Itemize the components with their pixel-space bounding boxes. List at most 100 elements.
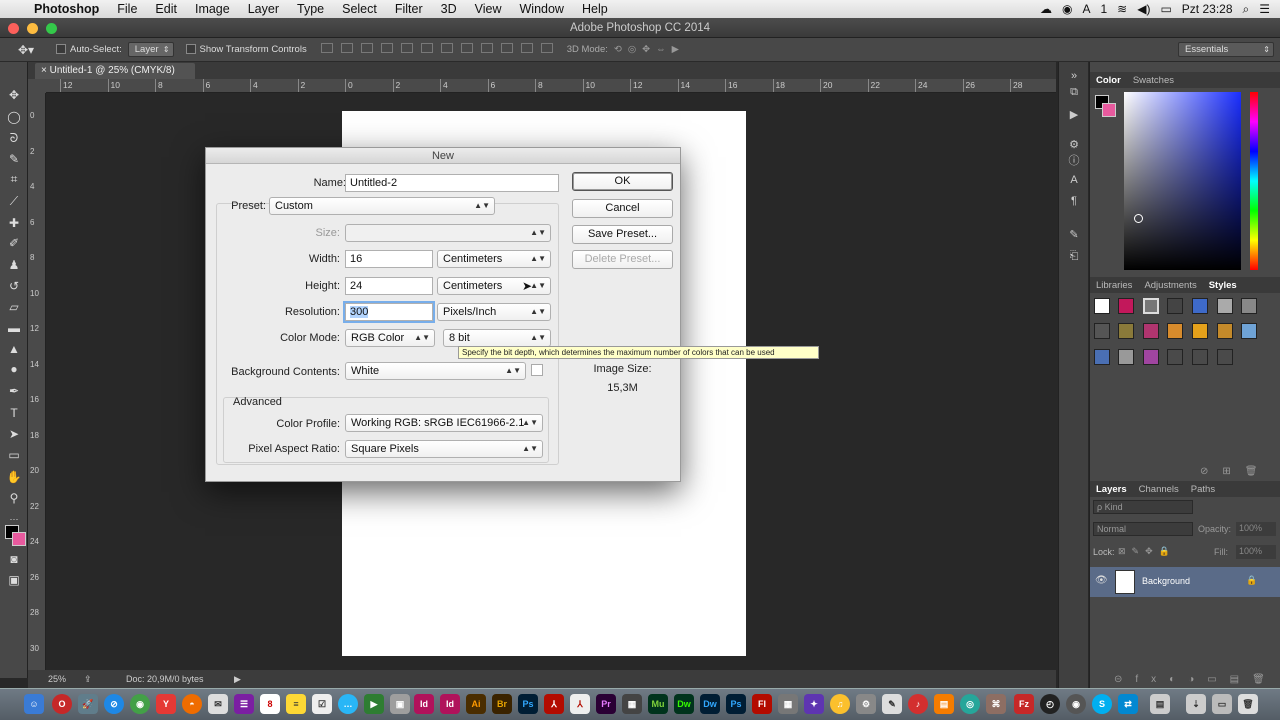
wifi-icon[interactable]: ≋ xyxy=(1117,2,1127,16)
desktop-stack-icon[interactable]: ▭ xyxy=(1212,694,1232,714)
battery-icon[interactable]: ▭ xyxy=(1160,2,1171,16)
style-swatch[interactable] xyxy=(1167,298,1183,314)
search-icon[interactable]: ⌕ xyxy=(1243,2,1250,17)
menu-view[interactable]: View xyxy=(466,0,511,18)
move-tool-preset-icon[interactable]: ✥▾ xyxy=(0,43,50,57)
dreamweaver-alt-app-icon[interactable]: Dw xyxy=(700,694,720,714)
brush-tool-icon[interactable]: ✐ xyxy=(5,234,23,252)
style-swatch[interactable] xyxy=(1241,323,1257,339)
documents-stack-icon[interactable]: ▤ xyxy=(1150,694,1170,714)
align-top-icon[interactable] xyxy=(320,43,333,53)
character-panel-icon[interactable]: A xyxy=(1067,174,1081,188)
height-unit-dropdown[interactable]: Centimeters ▲▼ xyxy=(437,277,551,295)
path-select-tool-icon[interactable]: ➤ xyxy=(5,425,23,443)
reminders-app-icon[interactable]: ☑ xyxy=(312,694,332,714)
resolution-field[interactable]: 300 xyxy=(345,303,433,321)
width-field[interactable]: 16 xyxy=(345,250,433,268)
align-hcenter-icon[interactable] xyxy=(400,43,413,53)
quick-select-tool-icon[interactable]: ✎ xyxy=(5,150,23,168)
disk-utility-app-icon[interactable]: ◉ xyxy=(1066,694,1086,714)
tab-color[interactable]: Color xyxy=(1090,75,1127,86)
style-swatch[interactable] xyxy=(1143,323,1159,339)
dreamweaver-app-icon[interactable]: Dw xyxy=(674,694,694,714)
color-picker-cursor[interactable] xyxy=(1134,214,1143,223)
calendar-app-icon[interactable]: 8 xyxy=(260,694,280,714)
yandex-app-icon[interactable]: Y xyxy=(156,694,176,714)
type-tool-icon[interactable]: T xyxy=(5,404,23,422)
app-store-app-icon[interactable]: ✦ xyxy=(804,694,824,714)
style-swatch[interactable] xyxy=(1217,323,1233,339)
menu-image[interactable]: Image xyxy=(186,0,239,18)
crop-tool-icon[interactable]: ⌗ xyxy=(5,170,23,188)
tab-layers[interactable]: Layers xyxy=(1090,484,1133,495)
messages-app-icon[interactable]: … xyxy=(338,694,358,714)
menu-filter[interactable]: Filter xyxy=(386,0,432,18)
style-swatch[interactable] xyxy=(1094,323,1110,339)
distribute-left-icon[interactable] xyxy=(500,43,513,53)
quick-mask-icon[interactable]: ◙ xyxy=(5,550,23,568)
3d-mode-icons[interactable]: ⟲◎✥⇔▶ xyxy=(614,44,685,55)
paragraph-panel-icon[interactable]: ¶ xyxy=(1067,195,1081,209)
move-tool-icon[interactable]: ✥ xyxy=(5,86,23,104)
status-menu-arrow-icon[interactable]: ▶ xyxy=(234,670,241,688)
skype-app-icon[interactable]: S xyxy=(1092,694,1112,714)
properties-panel-icon[interactable]: ⚙ xyxy=(1067,138,1081,152)
list-icon[interactable]: ☰ xyxy=(1259,2,1270,16)
document-tab[interactable]: × Untitled-1 @ 25% (CMYK/8) xyxy=(35,63,195,79)
facetime-app-icon[interactable]: ▶ xyxy=(364,694,384,714)
vertical-ruler[interactable]: 0 2 4 6 8 10 12 14 16 18 20 22 24 26 28 30 xyxy=(28,93,46,670)
eye-icon[interactable]: ◉ xyxy=(1062,2,1072,16)
show-transform-checkbox[interactable] xyxy=(185,44,196,55)
acrobat-app-icon[interactable]: ⅄ xyxy=(544,694,564,714)
distribute-bottom-icon[interactable] xyxy=(480,43,493,53)
photoshop-app-icon[interactable]: Ps xyxy=(518,694,538,714)
illustrator-app-icon[interactable]: Ai xyxy=(466,694,486,714)
style-swatch[interactable] xyxy=(1217,349,1233,365)
cancel-button[interactable]: Cancel xyxy=(572,199,673,218)
workspace-switcher[interactable]: Essentials xyxy=(1178,42,1274,57)
bit-depth-dropdown[interactable]: 8 bit ▲▼ xyxy=(443,329,551,347)
itunes-app-icon[interactable]: ♫ xyxy=(830,694,850,714)
screen-share-app-icon[interactable]: ⇄ xyxy=(1118,694,1138,714)
menu-help[interactable]: Help xyxy=(573,0,617,18)
menu-window[interactable]: Window xyxy=(511,0,573,18)
premiere-app-icon[interactable]: Pr xyxy=(596,694,616,714)
style-swatch[interactable] xyxy=(1167,349,1183,365)
style-swatch[interactable] xyxy=(1192,298,1208,314)
menu-layer[interactable]: Layer xyxy=(239,0,288,18)
opacity-field[interactable]: 100% xyxy=(1236,522,1276,536)
preview-app-icon[interactable]: ▣ xyxy=(390,694,410,714)
distribute-top-icon[interactable] xyxy=(440,43,453,53)
color-mode-dropdown[interactable]: RGB Color ▲▼ xyxy=(345,329,435,347)
menu-file[interactable]: File xyxy=(108,0,146,18)
filezilla-app-icon[interactable]: Fz xyxy=(1014,694,1034,714)
menu-edit[interactable]: Edit xyxy=(146,0,186,18)
creative-cloud-icon[interactable]: ☁ xyxy=(1040,2,1052,16)
align-bottom-icon[interactable] xyxy=(360,43,373,53)
menu-3d[interactable]: 3D xyxy=(432,0,466,18)
pixel-aspect-dropdown[interactable]: Square Pixels ▲▼ xyxy=(345,440,543,458)
styles-footer-icons[interactable]: ⊘⊞🗑 xyxy=(1200,466,1271,477)
color-profile-dropdown[interactable]: Working RGB: sRGB IEC61966-2.1 ▲▼ xyxy=(345,414,543,432)
hand-tool-icon[interactable]: ✋ xyxy=(5,468,23,486)
resolution-unit-dropdown[interactable]: Pixels/Inch ▲▼ xyxy=(437,303,551,321)
stamp-tool-icon[interactable]: ♟ xyxy=(5,256,23,274)
blend-mode-dropdown[interactable]: Normal xyxy=(1093,522,1193,536)
ruler-origin[interactable] xyxy=(28,79,46,93)
media-encoder-app-icon[interactable]: ▦ xyxy=(622,694,642,714)
style-swatch[interactable] xyxy=(1094,298,1110,314)
style-swatch[interactable] xyxy=(1192,349,1208,365)
indesign-app-icon[interactable]: Id xyxy=(414,694,434,714)
maps-app-icon[interactable]: ◎ xyxy=(960,694,980,714)
lock-icons[interactable]: ⊠✎✥🔒 xyxy=(1118,546,1176,557)
ibooks-app-icon[interactable]: ▤ xyxy=(934,694,954,714)
lasso-tool-icon[interactable]: ᘐ xyxy=(5,129,23,147)
layer-filter-dropdown[interactable]: ρ Kind xyxy=(1093,500,1193,514)
marquee-tool-icon[interactable]: ◯ xyxy=(5,108,23,126)
background-color-preview[interactable] xyxy=(531,364,543,376)
distribute-hcenter-icon[interactable] xyxy=(520,43,533,53)
distribute-right-icon[interactable] xyxy=(540,43,553,53)
style-swatch[interactable] xyxy=(1143,298,1159,314)
dodge-tool-icon[interactable]: ● xyxy=(5,360,23,378)
align-left-icon[interactable] xyxy=(380,43,393,53)
